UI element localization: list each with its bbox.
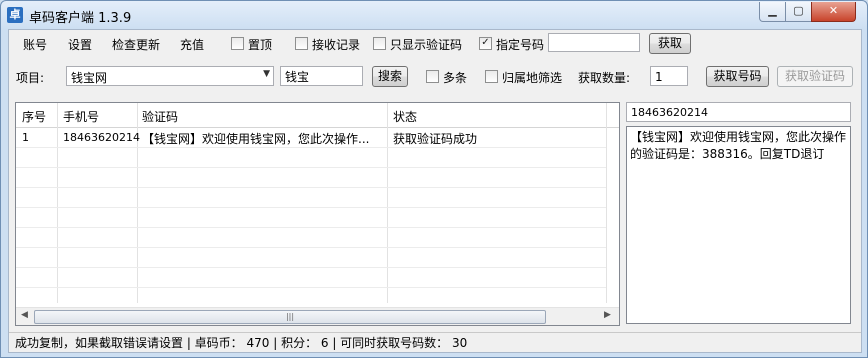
column-header-status[interactable]: 状态 <box>393 108 417 125</box>
menu-check-update[interactable]: 检查更新 <box>112 36 160 53</box>
region-filter-checkbox[interactable] <box>485 70 498 83</box>
detail-message-area[interactable]: 【钱宝网】欢迎使用钱宝网，您此次操作的验证码是：388316。回复TD退订 <box>626 126 851 324</box>
row-status: 获取验证码成功 <box>393 132 478 146</box>
row-divider <box>16 227 606 228</box>
table-header: 序号 手机号 验证码 状态 <box>16 103 619 128</box>
column-header-index[interactable]: 序号 <box>22 108 46 125</box>
scroll-thumb[interactable]: ||| <box>34 310 546 324</box>
client-area: 账号 设置 检查更新 充值 置顶 接收记录 只显示验证码 ✓ 指定号码 获取 项… <box>8 29 862 353</box>
row-divider <box>16 207 606 208</box>
column-divider <box>606 103 607 303</box>
search-button[interactable]: 搜索 <box>372 66 408 87</box>
scroll-left-icon[interactable]: ◀ <box>21 310 28 320</box>
scroll-right-icon[interactable]: ▶ <box>604 310 611 320</box>
column-divider <box>387 103 388 303</box>
window-title: 卓码客户端 1.3.9 <box>29 11 132 26</box>
row-code: 【钱宝网】欢迎使用钱宝网，您此次操作... <box>142 132 370 146</box>
assign-number-checkbox[interactable]: ✓ <box>479 37 492 50</box>
row-phone: 18463620214 <box>63 131 140 144</box>
get-number-button[interactable]: 获取号码 <box>706 66 769 87</box>
project-select[interactable]: 钱宝网 ▼ <box>66 66 274 86</box>
chevron-down-icon[interactable]: ▼ <box>263 69 270 79</box>
detail-phone-field[interactable]: 18463620214 <box>626 102 851 122</box>
row-divider <box>16 147 606 148</box>
row-divider <box>16 287 606 288</box>
quantity-input[interactable]: 1 <box>650 66 688 86</box>
column-header-code[interactable]: 验证码 <box>142 108 178 125</box>
row-divider <box>16 167 606 168</box>
title-bar[interactable]: 卓 卓码客户端 1.3.9 ▁ ▢ ✕ <box>1 1 867 29</box>
assign-number-input[interactable] <box>548 33 640 52</box>
menu-recharge[interactable]: 充值 <box>180 36 204 53</box>
code-only-label[interactable]: 只显示验证码 <box>390 36 462 53</box>
status-bar: 成功复制，如果截取错误请设置 | 卓码币： 470 | 积分： 6 | 可同时获… <box>9 332 861 352</box>
close-button[interactable]: ✕ <box>811 2 856 22</box>
region-filter-label[interactable]: 归属地筛选 <box>502 69 562 86</box>
menu-settings[interactable]: 设置 <box>68 36 92 53</box>
row-divider <box>16 267 606 268</box>
project-selected-value: 钱宝网 <box>71 71 108 85</box>
search-input[interactable]: 钱宝 <box>280 66 363 86</box>
project-label: 项目: <box>16 71 45 85</box>
column-divider <box>57 103 58 303</box>
multi-checkbox[interactable] <box>426 70 439 83</box>
row-divider <box>16 187 606 188</box>
minimize-button[interactable]: ▁ <box>759 2 786 22</box>
column-header-phone[interactable]: 手机号 <box>63 108 99 125</box>
pin-top-label[interactable]: 置顶 <box>248 36 272 53</box>
get-code-button[interactable]: 获取验证码 <box>777 66 853 87</box>
row-index: 1 <box>22 131 29 144</box>
get-button[interactable]: 获取 <box>649 33 691 54</box>
pin-top-checkbox[interactable] <box>231 37 244 50</box>
code-only-checkbox[interactable] <box>373 37 386 50</box>
app-logo-icon: 卓 <box>7 7 23 23</box>
quantity-label: 获取数量: <box>578 71 631 85</box>
row-divider <box>16 247 606 248</box>
app-window: 卓 卓码客户端 1.3.9 ▁ ▢ ✕ 账号 设置 检查更新 充值 置顶 接收记… <box>0 0 868 358</box>
assign-number-label[interactable]: 指定号码 <box>496 36 544 53</box>
multi-label[interactable]: 多条 <box>443 69 467 86</box>
menu-account[interactable]: 账号 <box>23 36 47 53</box>
receive-log-checkbox[interactable] <box>295 37 308 50</box>
maximize-button[interactable]: ▢ <box>785 2 812 22</box>
results-table[interactable]: 序号 手机号 验证码 状态 1 18463620214 【钱宝网】欢迎使用钱宝网… <box>15 102 620 326</box>
horizontal-scrollbar[interactable]: ◀ ||| ▶ <box>16 307 619 325</box>
receive-log-label[interactable]: 接收记录 <box>312 36 360 53</box>
